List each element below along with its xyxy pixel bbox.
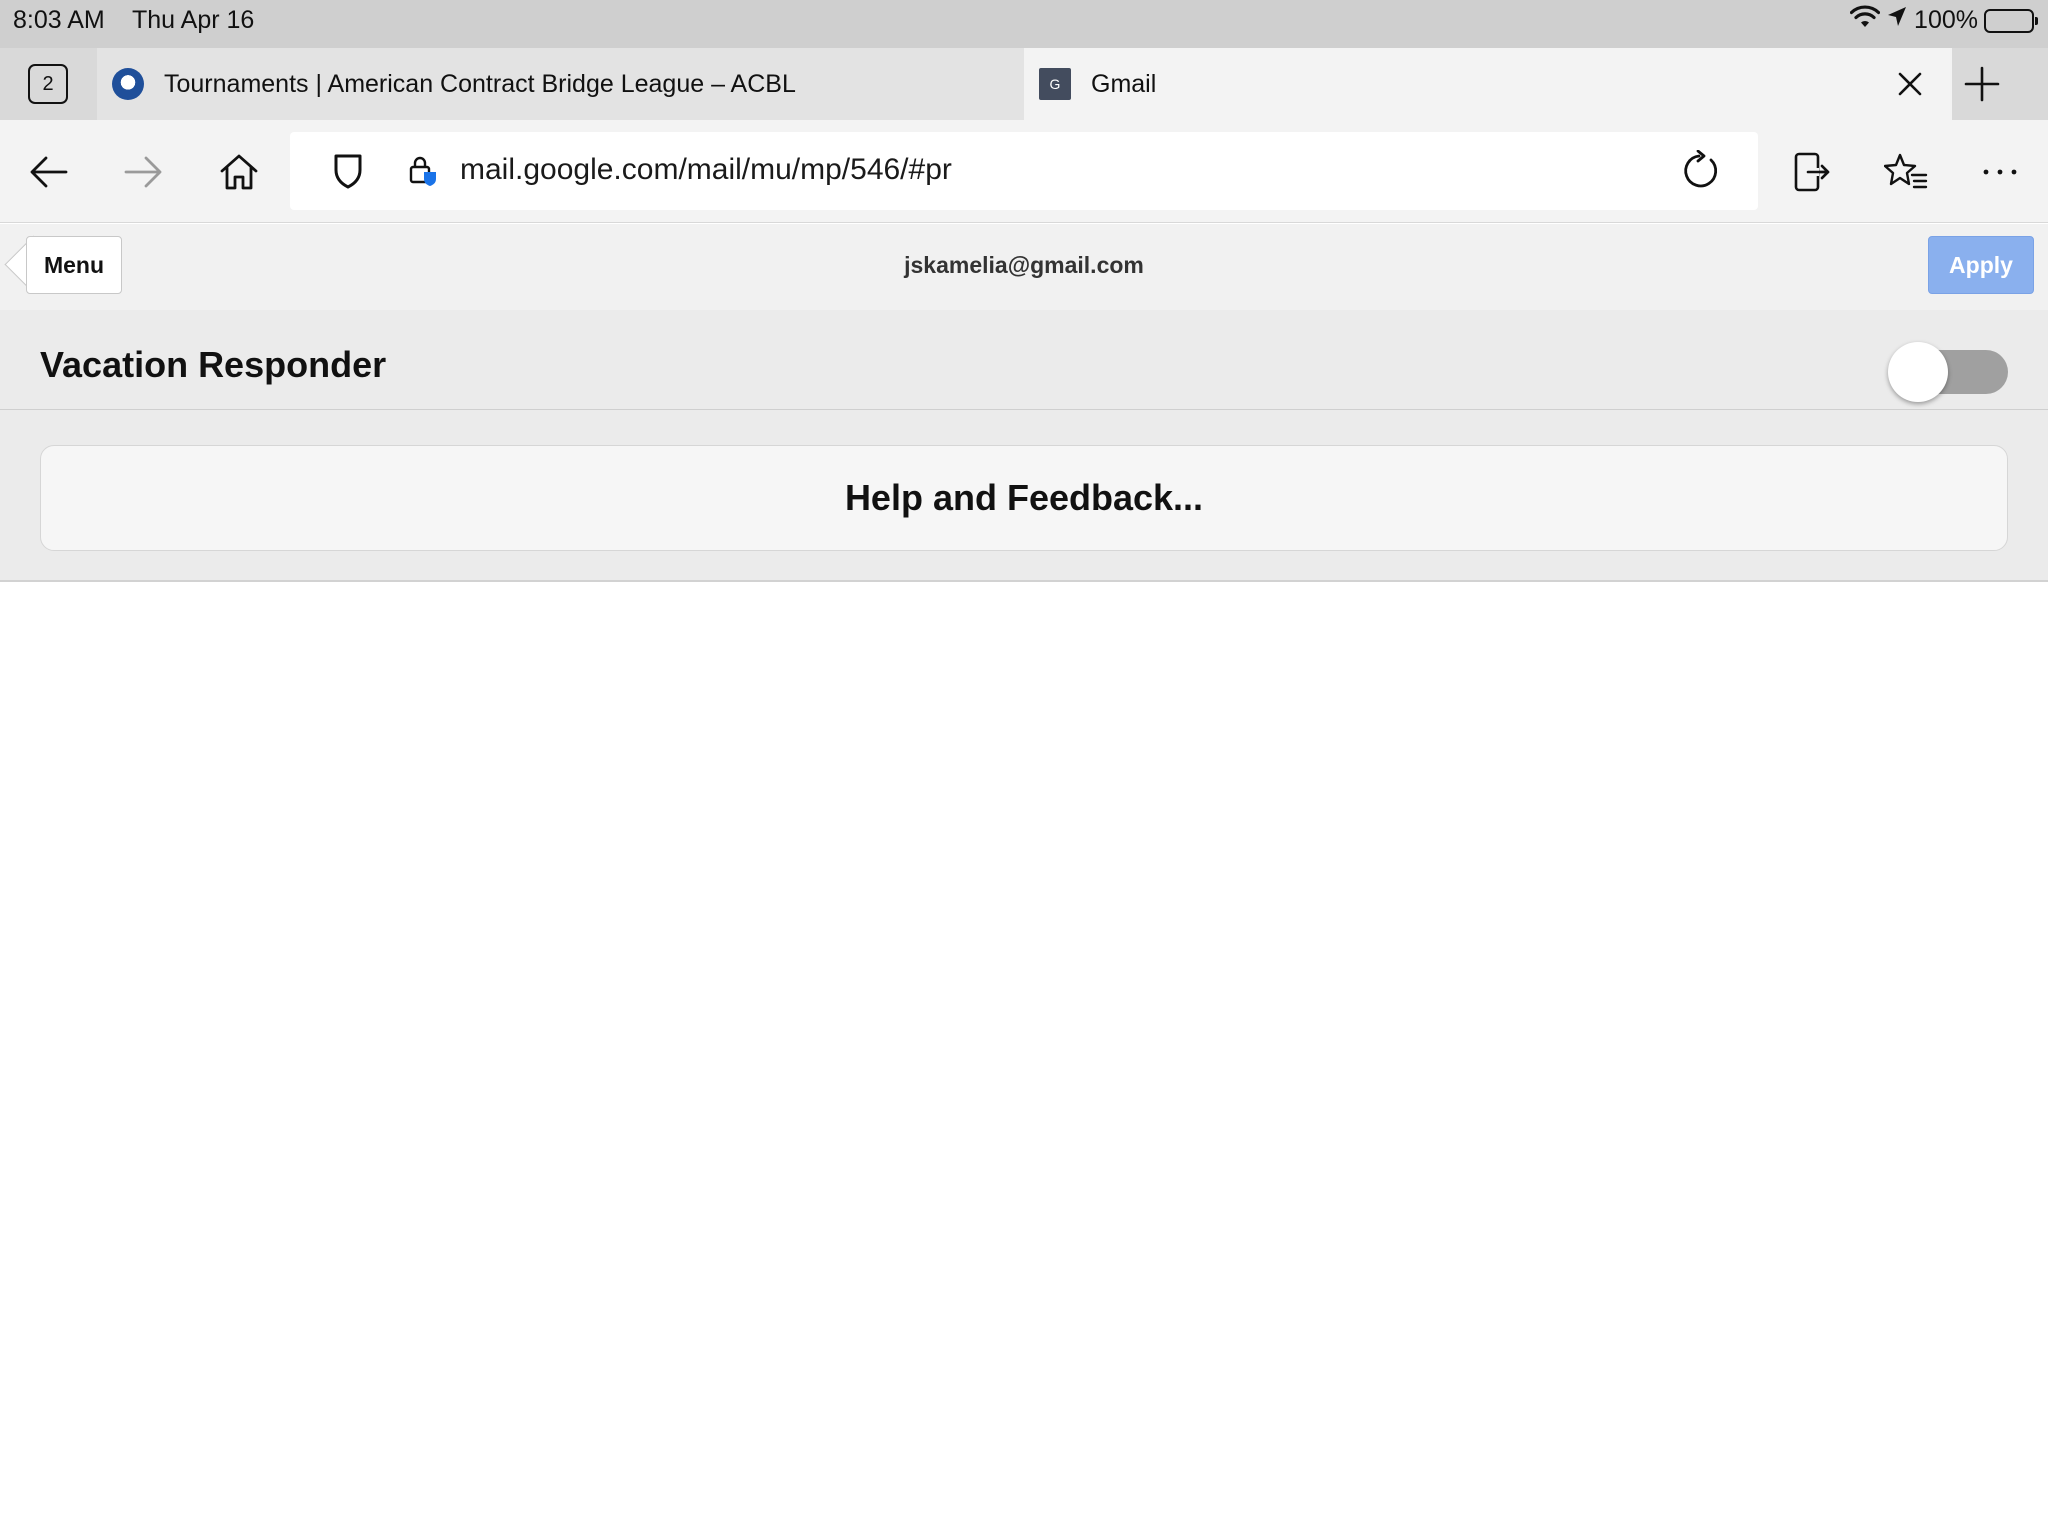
wifi-icon bbox=[1849, 5, 1881, 36]
home-icon[interactable] bbox=[215, 148, 263, 196]
toggle-knob bbox=[1888, 342, 1948, 402]
battery-percent: 100% bbox=[1914, 6, 1978, 34]
back-icon[interactable] bbox=[24, 148, 72, 196]
browser-toolbar: mail.google.com/mail/mu/mp/546/#pr bbox=[0, 120, 2048, 223]
tab-strip: 2 Tournaments | American Contract Bridge… bbox=[0, 48, 2048, 120]
acbl-logo-icon bbox=[112, 68, 144, 100]
gmail-settings-header: Menu jskamelia@gmail.com Apply bbox=[0, 224, 2048, 310]
secure-lock-icon[interactable] bbox=[408, 154, 438, 193]
status-date: Thu Apr 16 bbox=[132, 6, 255, 34]
tab-title: Gmail bbox=[1091, 69, 1157, 98]
battery-icon bbox=[1984, 8, 2038, 33]
help-and-feedback-button[interactable]: Help and Feedback... bbox=[40, 445, 2008, 551]
tab-acbl[interactable]: Tournaments | American Contract Bridge L… bbox=[97, 48, 1024, 120]
send-to-device-icon[interactable] bbox=[1786, 148, 1834, 196]
status-indicators: 100% bbox=[1849, 5, 2038, 36]
status-time: 8:03 AM bbox=[13, 6, 105, 34]
reload-icon[interactable] bbox=[1678, 149, 1720, 197]
close-tab-icon[interactable] bbox=[1892, 66, 1928, 102]
tracking-prevention-shield-icon[interactable] bbox=[332, 152, 364, 195]
favorites-icon[interactable] bbox=[1882, 148, 1930, 196]
tab-title: Tournaments | American Contract Bridge L… bbox=[164, 69, 796, 98]
new-tab-button[interactable] bbox=[1960, 62, 2004, 106]
vacation-responder-label: Vacation Responder bbox=[40, 344, 387, 385]
apply-button[interactable]: Apply bbox=[1928, 236, 2034, 294]
status-bar: 8:03 AM Thu Apr 16 100% bbox=[0, 0, 2048, 48]
location-arrow-icon bbox=[1886, 5, 1908, 36]
forward-icon[interactable] bbox=[120, 148, 168, 196]
vacation-responder-row: Vacation Responder bbox=[0, 310, 2048, 410]
tab-gmail[interactable]: G Gmail bbox=[1024, 48, 1952, 120]
gmail-favicon-icon: G bbox=[1039, 68, 1071, 100]
address-bar[interactable]: mail.google.com/mail/mu/mp/546/#pr bbox=[290, 132, 1758, 210]
tab-count-button[interactable]: 2 bbox=[28, 64, 68, 104]
help-section: Help and Feedback... bbox=[0, 410, 2048, 582]
url-text: mail.google.com/mail/mu/mp/546/#pr bbox=[460, 153, 952, 186]
vacation-responder-toggle[interactable] bbox=[1888, 340, 2008, 402]
account-email: jskamelia@gmail.com bbox=[904, 252, 1144, 278]
more-options-icon[interactable] bbox=[1976, 148, 2024, 196]
